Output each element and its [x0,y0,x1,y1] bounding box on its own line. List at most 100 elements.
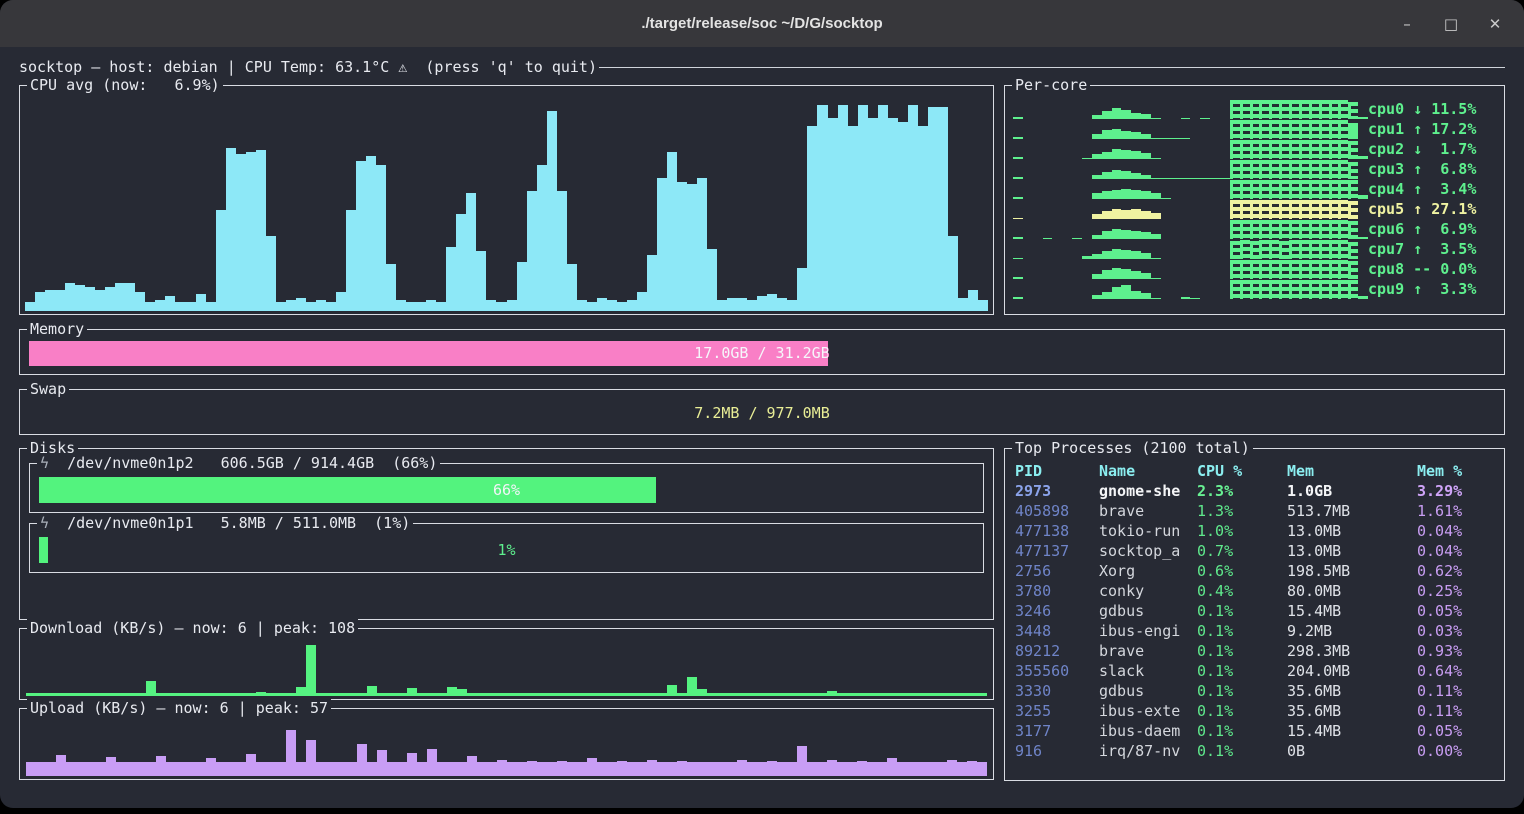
chart-bar [1250,180,1260,199]
chart-bar [1338,280,1348,299]
chart-bar [1338,240,1348,259]
chart-bar [1131,231,1141,239]
cpu8-sparkline [1013,259,1368,279]
chart-bar [1329,280,1339,299]
chart-bar [135,292,145,311]
cell-mem: 513.7MB [1287,501,1417,521]
chart-bar [1230,140,1240,159]
chart-bar [547,111,557,311]
maximize-button[interactable]: □ [1440,15,1462,33]
chart-bar [807,693,817,696]
chart-bar [1131,209,1141,219]
cell-name: gdbus [1099,681,1197,701]
chart-bar [1240,140,1250,159]
chart-bar [1102,270,1112,279]
chart-bar [1299,120,1309,139]
chart-bar [1348,180,1358,199]
cpu4-label: cpu4 ↑ 3.4% [1368,179,1496,199]
chart-bar [1269,140,1279,159]
chart-bar [457,762,467,776]
chart-bar [617,761,627,776]
chart-bar [276,302,286,311]
table-row: 3255ibus-exte0.1%35.6MB0.11% [1015,701,1504,721]
chart-bar [617,302,627,311]
cell-memp: 1.61% [1417,501,1503,521]
chart-bar [477,693,487,696]
chart-bar [36,693,46,696]
close-button[interactable]: ✕ [1484,15,1506,33]
chart-bar [1289,180,1299,199]
chart-bar [1329,260,1339,279]
chart-bar [597,298,607,311]
chart-bar [186,762,196,776]
minimize-button[interactable]: – [1396,15,1418,33]
processes-title: Top Processes (2100 total) [1012,439,1253,457]
chart-bar [687,184,697,311]
chart-bar [967,693,977,696]
chart-bar [1289,260,1299,279]
chart-bar [1121,131,1131,139]
cpu1-sparkline [1013,119,1368,139]
cell-pid: 355560 [1015,661,1099,681]
chart-bar [477,762,487,776]
cpu0-label: cpu0 ↓ 11.5% [1368,99,1496,119]
chart-bar [386,264,396,311]
chart-bar [326,693,336,696]
window-title: ./target/release/soc ~/D/G/socktop [641,15,882,32]
chart-bar [1102,292,1112,299]
chart-bar [1240,200,1250,219]
chart-bar [196,762,206,776]
chart-bar [947,693,957,696]
cell-memp: 0.93% [1417,641,1503,661]
chart-bar [1319,160,1329,179]
core-row-cpu6: cpu6 ↑ 6.9% [1013,219,1496,239]
chart-bar [917,762,927,776]
cell-cpu: 0.1% [1197,661,1287,681]
window-controls: – □ ✕ [1396,0,1506,47]
chart-bar [587,693,597,696]
chart-bar [1309,160,1319,179]
chart-bar [1259,140,1269,159]
chart-bar [1230,241,1240,259]
chart-bar [266,762,276,776]
chart-bar [256,762,266,776]
chart-bar [437,762,447,776]
chart-bar [957,693,967,696]
chart-bar [1121,250,1131,259]
cell-memp: 0.64% [1417,661,1503,681]
chart-bar [456,214,466,311]
chart-bar [1348,123,1358,139]
chart-bar [767,693,777,696]
chart-bar [637,693,647,696]
chart-bar [306,740,316,776]
cell-pid: 477138 [1015,521,1099,541]
chart-bar [236,154,246,311]
chart-bar [817,693,827,696]
chart-bar [527,761,537,776]
chart-bar [877,693,887,696]
cell-mem: 13.0MB [1287,521,1417,541]
cell-mem: 9.2MB [1287,621,1417,641]
chart-bar [406,302,416,311]
chart-bar [577,693,587,696]
cpu2-label: cpu2 ↓ 1.7% [1368,139,1496,159]
cell-memp: 0.11% [1417,701,1503,721]
cell-memp: 0.00% [1417,741,1503,761]
upload-chart [26,721,987,776]
chart-bar [286,730,296,776]
chart-bar [948,236,958,311]
chart-bar [1279,220,1289,239]
chart-bar [196,294,206,311]
chart-bar [1338,100,1348,119]
chart-bar [86,693,96,696]
chart-bar [1240,160,1250,179]
chart-bar [567,693,577,696]
chart-bar [246,693,256,696]
chart-bar [1121,189,1131,199]
chart-bar [637,762,647,776]
chart-bar [56,755,66,776]
swap-gauge: 7.2MB / 977.0MB [29,401,1495,426]
chart-bar [296,687,306,696]
chart-bar [787,300,797,311]
chart-bar [1131,251,1141,259]
